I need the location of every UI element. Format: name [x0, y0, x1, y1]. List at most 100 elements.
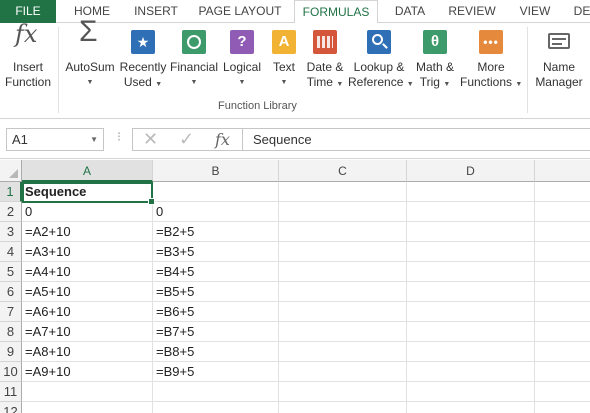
cell[interactable] — [279, 202, 407, 222]
cell[interactable] — [535, 262, 590, 282]
cell[interactable] — [407, 302, 535, 322]
cell[interactable] — [22, 382, 153, 402]
cell[interactable] — [535, 382, 590, 402]
cell[interactable] — [153, 182, 279, 202]
cell[interactable] — [279, 262, 407, 282]
row-header[interactable]: 7 — [0, 302, 22, 322]
cell[interactable] — [407, 342, 535, 362]
row-header[interactable]: 4 — [0, 242, 22, 262]
cell[interactable]: =A4+10 — [22, 262, 153, 282]
tab-review[interactable]: REVIEW — [442, 0, 502, 23]
column-header-a[interactable]: A — [22, 160, 153, 182]
column-header-e[interactable] — [535, 160, 590, 182]
math-trig-button[interactable]: θ Math & Trig ▼ — [410, 27, 460, 92]
formula-input[interactable]: Sequence — [242, 128, 590, 151]
cell[interactable]: 0 — [22, 202, 153, 222]
tab-developer[interactable]: DE — [570, 0, 590, 23]
cell[interactable] — [279, 322, 407, 342]
recently-used-button[interactable]: ★ Recently Used ▼ — [118, 27, 168, 92]
chevron-down-icon[interactable]: ▼ — [90, 129, 98, 150]
cell[interactable]: =B9+5 — [153, 362, 279, 382]
text-button[interactable]: A Text ▼ — [266, 27, 302, 90]
cell[interactable] — [535, 182, 590, 202]
cell[interactable] — [535, 302, 590, 322]
cell[interactable]: =A3+10 — [22, 242, 153, 262]
cell[interactable] — [407, 322, 535, 342]
date-time-button[interactable]: Date & Time ▼ — [302, 27, 348, 92]
resize-handle-icon[interactable]: ⁝ — [117, 129, 121, 145]
cell[interactable]: =A9+10 — [22, 362, 153, 382]
row-header[interactable]: 3 — [0, 222, 22, 242]
name-box[interactable]: A1 ▼ — [6, 128, 104, 151]
cell[interactable] — [279, 362, 407, 382]
cell[interactable] — [535, 282, 590, 302]
cell[interactable]: =B4+5 — [153, 262, 279, 282]
cell[interactable] — [279, 302, 407, 322]
cell[interactable] — [535, 222, 590, 242]
cell[interactable]: =B5+5 — [153, 282, 279, 302]
cell[interactable] — [279, 342, 407, 362]
cell[interactable]: =B3+5 — [153, 242, 279, 262]
tab-data[interactable]: DATA — [386, 0, 434, 23]
cell[interactable] — [407, 262, 535, 282]
autosum-button[interactable]: Σ AutoSum ▼ — [62, 17, 118, 90]
logical-button[interactable]: ? Logical ▼ — [220, 27, 264, 90]
cell[interactable] — [407, 242, 535, 262]
cell[interactable] — [407, 202, 535, 222]
row-header[interactable]: 6 — [0, 282, 22, 302]
tab-formulas[interactable]: FORMULAS — [294, 0, 378, 24]
financial-button[interactable]: Financial ▼ — [168, 27, 220, 90]
cell[interactable] — [279, 402, 407, 413]
cell[interactable]: =A2+10 — [22, 222, 153, 242]
row-header[interactable]: 10 — [0, 362, 22, 382]
row-header[interactable]: 9 — [0, 342, 22, 362]
cell[interactable] — [407, 362, 535, 382]
cell[interactable] — [279, 182, 407, 202]
cell[interactable] — [153, 382, 279, 402]
cell[interactable] — [279, 222, 407, 242]
cell[interactable]: =A5+10 — [22, 282, 153, 302]
cell[interactable] — [407, 382, 535, 402]
cell[interactable] — [535, 242, 590, 262]
cancel-icon[interactable]: ✕ — [143, 129, 158, 150]
cell[interactable] — [22, 402, 153, 413]
column-header-d[interactable]: D — [407, 160, 535, 182]
tab-insert[interactable]: INSERT — [126, 0, 186, 23]
lookup-reference-button[interactable]: Lookup & Reference ▼ — [348, 27, 414, 92]
cell[interactable] — [535, 342, 590, 362]
cell[interactable] — [535, 322, 590, 342]
cell[interactable]: =A8+10 — [22, 342, 153, 362]
cell[interactable]: =B7+5 — [153, 322, 279, 342]
column-header-b[interactable]: B — [153, 160, 279, 182]
cell[interactable]: 0 — [153, 202, 279, 222]
cell[interactable]: =A7+10 — [22, 322, 153, 342]
cell[interactable] — [535, 402, 590, 413]
row-header[interactable]: 1 — [0, 182, 22, 202]
cell[interactable] — [279, 242, 407, 262]
cell[interactable] — [153, 402, 279, 413]
cell[interactable] — [535, 202, 590, 222]
column-header-c[interactable]: C — [279, 160, 407, 182]
row-header[interactable]: 8 — [0, 322, 22, 342]
cell[interactable] — [407, 402, 535, 413]
select-all-button[interactable] — [0, 160, 22, 182]
cell[interactable] — [279, 282, 407, 302]
tab-view[interactable]: VIEW — [510, 0, 560, 23]
tab-page-layout[interactable]: PAGE LAYOUT — [192, 0, 288, 23]
cell[interactable]: =B2+5 — [153, 222, 279, 242]
cell[interactable] — [279, 382, 407, 402]
name-manager-button[interactable]: Name Manager — [532, 27, 586, 90]
cell[interactable]: =A6+10 — [22, 302, 153, 322]
row-header[interactable]: 12 — [0, 402, 22, 413]
row-header[interactable]: 5 — [0, 262, 22, 282]
insert-function-button[interactable]: fx Insert Function — [2, 22, 54, 90]
insert-function-fx-icon[interactable]: fx — [215, 129, 230, 150]
row-header[interactable]: 11 — [0, 382, 22, 402]
cell[interactable] — [407, 282, 535, 302]
more-functions-button[interactable]: ••• More Functions ▼ — [460, 27, 522, 92]
cell[interactable]: =B6+5 — [153, 302, 279, 322]
cell[interactable] — [535, 362, 590, 382]
row-header[interactable]: 2 — [0, 202, 22, 222]
enter-check-icon[interactable]: ✓ — [179, 129, 194, 150]
cell[interactable] — [407, 182, 535, 202]
